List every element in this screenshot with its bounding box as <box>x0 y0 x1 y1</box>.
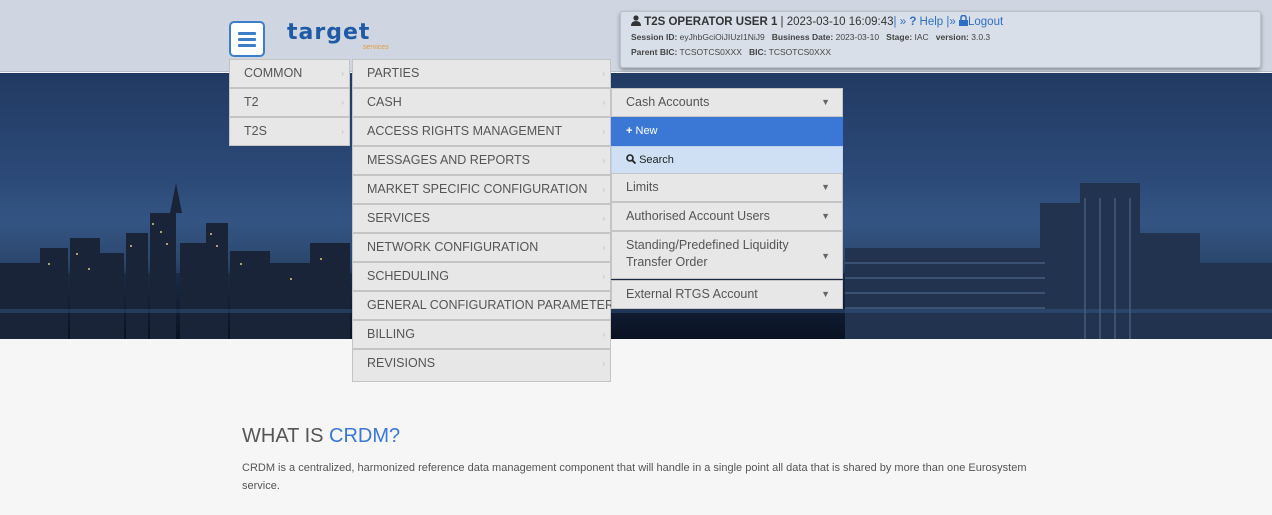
help-icon: ? <box>909 16 917 28</box>
menu-item-scheduling[interactable]: SCHEDULING › <box>352 262 611 291</box>
session-id-value: eyJhbGciOiJIUzI1NiJ9 <box>679 32 765 42</box>
bic-value: TCSOTCS0XXX <box>768 47 832 57</box>
parent-bic-label: Parent BIC: <box>631 47 678 57</box>
menu-item-revisions[interactable]: REVISIONS › <box>352 349 611 382</box>
menu-item-label: T2S <box>244 124 267 138</box>
separator: | » <box>893 16 910 28</box>
menu-item-billing[interactable]: BILLING › <box>352 320 611 349</box>
user-icon <box>631 15 641 26</box>
menu-item-search[interactable]: Search <box>611 146 843 175</box>
chevron-right-icon: › <box>602 272 605 281</box>
search-icon <box>626 154 636 164</box>
stage-label: Stage: <box>886 32 913 42</box>
user-name: T2S OPERATOR USER 1 <box>644 16 778 28</box>
menu-item-label: NETWORK CONFIGURATION <box>367 240 539 254</box>
menu-item-label: Cash Accounts <box>626 95 710 109</box>
current-datetime: 2023-03-10 16:09:43 <box>786 16 894 28</box>
menu-item-label: ACCESS RIGHTS MANAGEMENT <box>367 124 563 138</box>
bic-label: BIC: <box>748 47 767 57</box>
title-prefix: WHAT IS <box>242 425 330 447</box>
menu-item-market-config[interactable]: MARKET SPECIFIC CONFIGURATION › <box>352 175 611 204</box>
chevron-right-icon: › <box>602 359 605 368</box>
caret-down-icon: ▼ <box>821 289 830 299</box>
chevron-right-icon: › <box>602 156 605 165</box>
menu-item-general-config[interactable]: GENERAL CONFIGURATION PARAMETERS › <box>352 291 622 320</box>
caret-down-icon: ▼ <box>821 211 830 221</box>
menu-item-label: COMMON <box>244 66 303 80</box>
logout-label: Logout <box>967 16 1004 28</box>
page-title: WHAT IS CRDM? <box>242 425 400 448</box>
chevron-right-icon: › <box>602 214 605 223</box>
chevron-right-icon: › <box>341 127 344 136</box>
target-logo-subtitle: services <box>363 44 389 51</box>
menu-item-new[interactable]: + New <box>611 117 843 146</box>
menu-item-common[interactable]: COMMON › <box>229 59 350 88</box>
menu-item-label: SCHEDULING <box>367 269 449 283</box>
caret-down-icon: ▼ <box>821 182 830 192</box>
menu-item-parties[interactable]: PARTIES › <box>352 59 611 88</box>
parent-bic-value: TCSOTCS0XXX <box>679 47 742 57</box>
menu-item-network-config[interactable]: NETWORK CONFIGURATION › <box>352 233 611 262</box>
menu-item-label: T2 <box>244 95 259 109</box>
stage-value: IAC <box>914 32 929 42</box>
lock-icon <box>958 15 968 26</box>
top-header: target services T2S OPERATOR USER 1 | 20… <box>0 0 1272 72</box>
menu-item-label: Limits <box>626 180 659 194</box>
chevron-right-icon: › <box>341 69 344 78</box>
menu-item-label: REVISIONS <box>367 356 436 370</box>
chevron-right-icon: › <box>602 301 605 310</box>
menu-item-label: PARTIES <box>367 66 420 80</box>
menu-item-label: MESSAGES AND REPORTS <box>367 153 531 167</box>
chevron-right-icon: › <box>602 69 605 78</box>
menu-item-label: SERVICES <box>367 211 430 225</box>
menu-item-cash[interactable]: CASH › <box>352 88 611 117</box>
menu-item-cash-accounts[interactable]: Cash Accounts ▼ <box>611 88 843 117</box>
menu-item-t2[interactable]: T2 › <box>229 88 350 117</box>
logout-link[interactable]: Logout <box>958 15 1004 28</box>
menu-item-access-rights[interactable]: ACCESS RIGHTS MANAGEMENT › <box>352 117 611 146</box>
chevron-right-icon: › <box>341 98 344 107</box>
chevron-right-icon: › <box>602 330 605 339</box>
caret-down-icon: ▼ <box>821 251 830 261</box>
help-link[interactable]: ? Help <box>909 16 943 28</box>
business-date-label: Business Date: <box>771 32 834 42</box>
title-highlight: CRDM? <box>329 425 401 447</box>
session-id-label: Session ID: <box>631 32 678 42</box>
business-date-value: 2023-03-10 <box>835 32 880 42</box>
separator: | <box>777 16 787 28</box>
menu-item-label: BILLING <box>367 327 415 341</box>
plus-icon: + <box>626 125 633 137</box>
user-info-panel: T2S OPERATOR USER 1 | 2023-03-10 16:09:4… <box>620 11 1261 68</box>
menu-item-standing-order[interactable]: Standing/Predefined Liquidity Transfer Or… <box>611 231 843 279</box>
chevron-right-icon: › <box>602 185 605 194</box>
menu-item-services[interactable]: SERVICES › <box>352 204 611 233</box>
chevron-right-icon: › <box>602 98 605 107</box>
menu-item-label: MARKET SPECIFIC CONFIGURATION <box>367 182 588 196</box>
menu-item-label: CASH <box>367 95 402 109</box>
menu-item-label: New <box>635 125 658 137</box>
menu-item-label: GENERAL CONFIGURATION PARAMETERS <box>367 298 623 312</box>
menu-item-external-rtgs[interactable]: External RTGS Account ▼ <box>611 280 843 309</box>
menu-item-limits[interactable]: Limits ▼ <box>611 173 843 202</box>
menu-item-label: External RTGS Account <box>626 287 758 301</box>
chevron-right-icon: › <box>602 127 605 136</box>
menu-item-authorised-users[interactable]: Authorised Account Users ▼ <box>611 202 843 231</box>
version-value: 3.0.3 <box>971 32 991 42</box>
menu-item-label-line1: Standing/Predefined Liquidity <box>626 238 789 252</box>
target-logo: target <box>287 20 371 45</box>
help-label: Help <box>919 16 944 28</box>
menu-item-t2s[interactable]: T2S › <box>229 117 350 146</box>
menu-item-label: Authorised Account Users <box>626 209 770 223</box>
version-label: version: <box>935 32 969 42</box>
description-text: CRDM is a centralized, harmonized refere… <box>242 462 1027 492</box>
chevron-right-icon: › <box>602 243 605 252</box>
menu-item-label-line2: Transfer Order <box>626 255 708 269</box>
menu-item-label: Search <box>639 154 674 166</box>
separator: |» <box>943 16 959 28</box>
menu-item-messages-reports[interactable]: MESSAGES AND REPORTS › <box>352 146 611 175</box>
caret-down-icon: ▼ <box>821 97 830 107</box>
hamburger-menu-button[interactable] <box>229 21 265 57</box>
